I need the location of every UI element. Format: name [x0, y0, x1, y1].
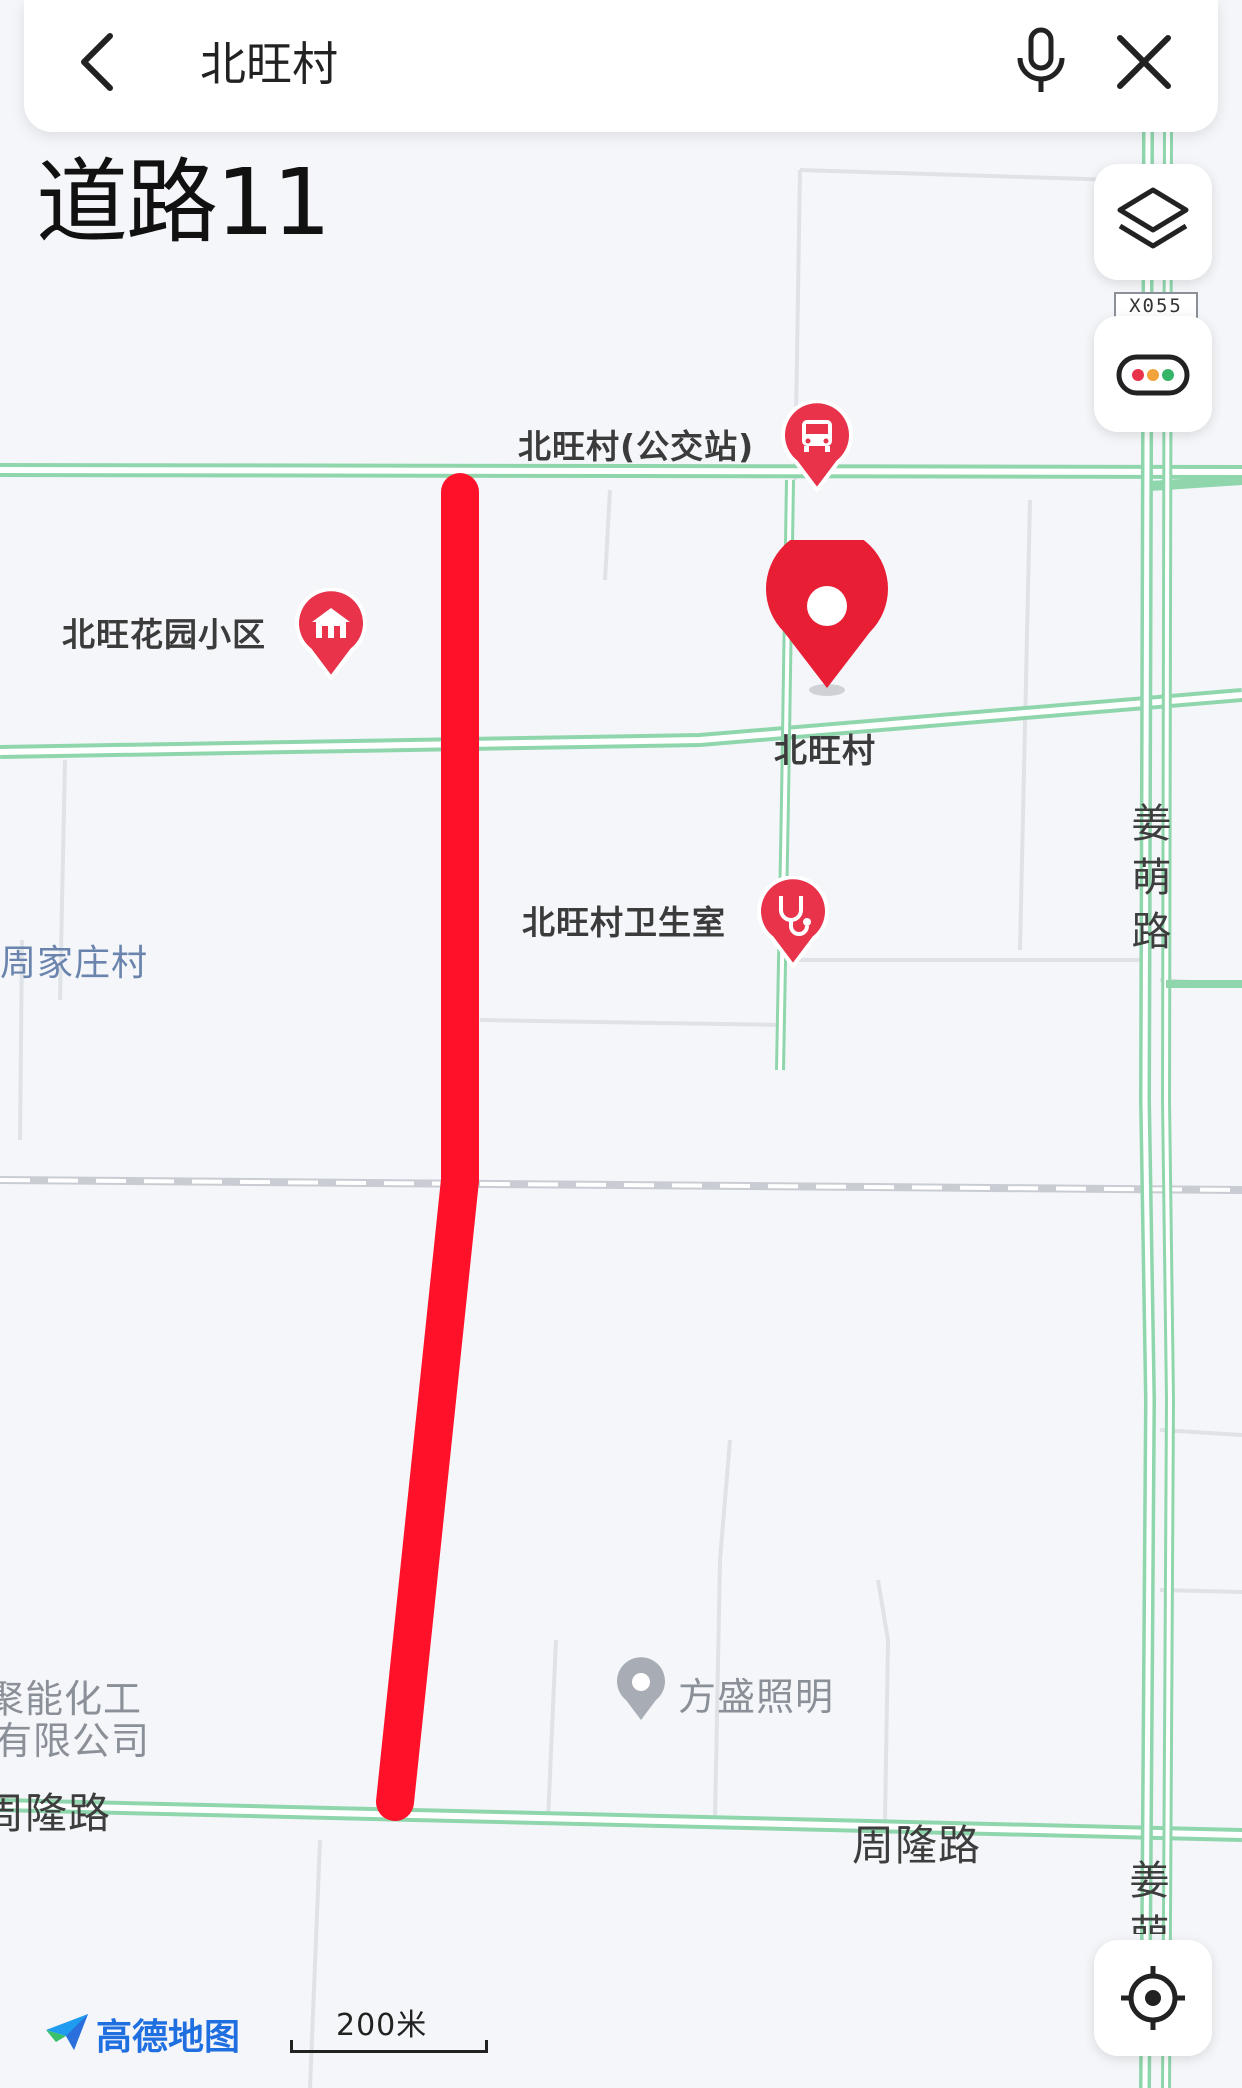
close-icon[interactable]: [1112, 30, 1176, 94]
road-annotation-title: 道路11: [36, 149, 331, 256]
layers-icon: [1117, 187, 1189, 249]
brand-plane-icon: [46, 2014, 88, 2050]
microphone-icon[interactable]: [1012, 26, 1070, 98]
garden-community-label[interactable]: 北旺花园小区: [62, 608, 266, 656]
fangsheng-pin-icon[interactable]: [614, 1656, 668, 1722]
zhoujia-village-label: 周家庄村: [0, 943, 149, 984]
clinic-icon[interactable]: [754, 876, 832, 968]
zhoulong-road-label-right: 周隆路: [852, 1821, 982, 1870]
clinic-label[interactable]: 北旺村卫生室: [522, 896, 726, 944]
traffic-toggle-button[interactable]: [1094, 316, 1212, 432]
scale-label: 200米: [336, 2008, 428, 2043]
locate-crosshair-icon: [1121, 1966, 1185, 2030]
fangsheng-lighting-label[interactable]: 方盛照明: [678, 1666, 834, 1721]
residential-icon[interactable]: [292, 588, 370, 680]
chemical-company-label-line2[interactable]: 有限公司: [0, 1710, 150, 1765]
village-pin-label: 北旺村: [774, 731, 876, 770]
back-arrow-icon[interactable]: [70, 30, 126, 94]
search-query-text[interactable]: 北旺村: [200, 28, 338, 94]
layers-button[interactable]: [1094, 164, 1212, 280]
search-bar[interactable]: 北旺村: [24, 0, 1218, 132]
zhoulong-road-label-left: 周隆路: [0, 1789, 112, 1838]
my-location-button[interactable]: [1094, 1940, 1212, 2056]
road-shield-badge: X055: [1114, 292, 1198, 318]
bus-stop-label[interactable]: 北旺村(公交站): [518, 420, 754, 468]
jiangmeng-road-label: 姜萌路: [1131, 801, 1173, 955]
brand-name: 高德地图: [96, 2017, 241, 2058]
jiangmeng-road-label-bottom: 姜萌: [1129, 1858, 1171, 1934]
scale-bar: [290, 2040, 488, 2053]
traffic-light-icon: [1116, 354, 1190, 396]
selected-location-pin-icon[interactable]: [762, 540, 892, 700]
map-canvas[interactable]: [0, 0, 1242, 2088]
bus-stop-icon[interactable]: [778, 400, 856, 492]
